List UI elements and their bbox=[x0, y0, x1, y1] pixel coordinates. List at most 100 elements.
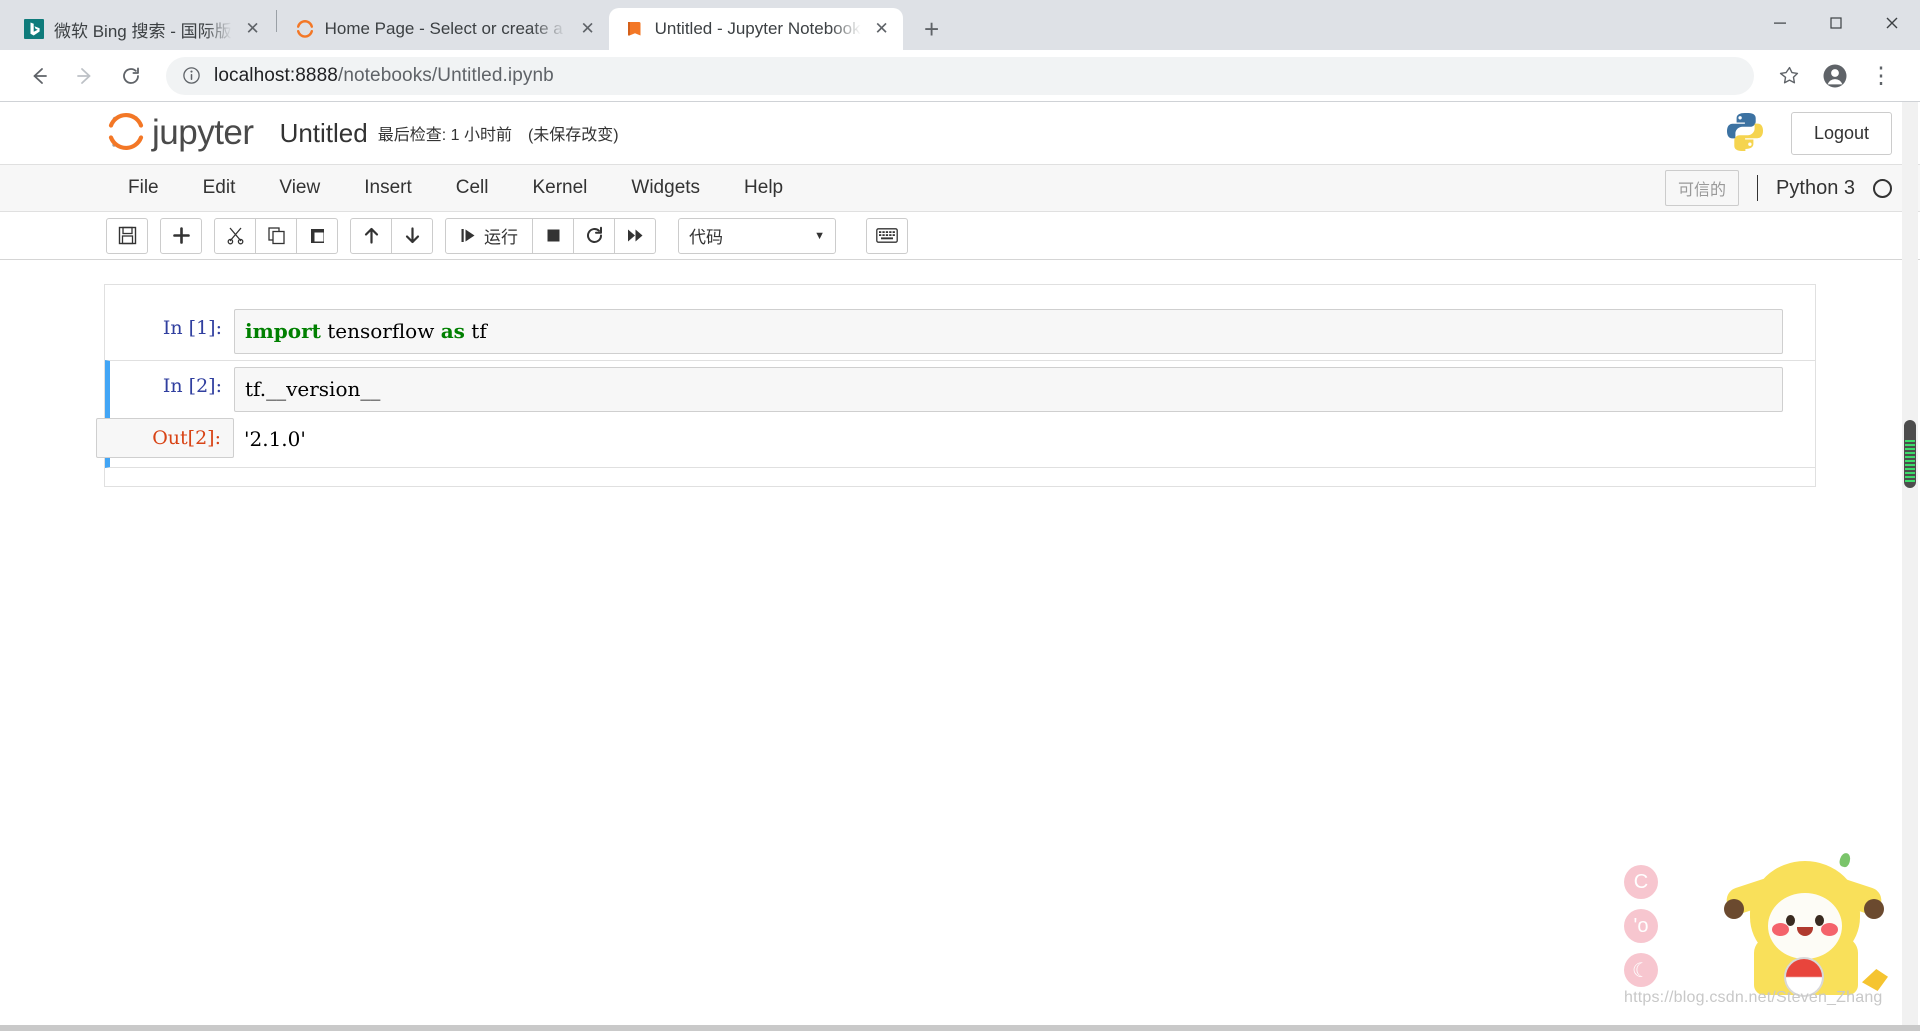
unsaved-changes-text: (未保存改变) bbox=[527, 127, 619, 144]
minimize-button[interactable] bbox=[1752, 0, 1808, 46]
menubar-right-group: 可信的 Python 3 bbox=[1665, 170, 1892, 206]
scrollbar-thumb-stripes bbox=[1905, 440, 1915, 484]
run-button[interactable]: 运行 bbox=[445, 217, 533, 254]
scrollbar-thumb[interactable] bbox=[1904, 420, 1916, 488]
browser-tab-jupyter-home[interactable]: Home Page - Select or create a notebook … bbox=[279, 8, 609, 50]
notebook-scroll-area: In [1]: import tensorflow as tf In [2]: … bbox=[0, 260, 1920, 1031]
code-input[interactable]: import tensorflow as tf bbox=[234, 309, 1783, 354]
close-icon[interactable]: ✕ bbox=[577, 18, 599, 40]
browser-toolbar: localhost:8888/notebooks/Untitled.ipynb … bbox=[0, 50, 1920, 102]
move-cell-down-button[interactable] bbox=[391, 217, 433, 254]
notebook-cell[interactable]: In [2]: tf.__version__ Out[2]: '2.1.0' bbox=[96, 360, 1815, 468]
close-window-button[interactable] bbox=[1864, 0, 1920, 46]
copy-button[interactable] bbox=[255, 217, 297, 254]
page-info-icon[interactable] bbox=[180, 65, 202, 87]
address-bar[interactable]: localhost:8888/notebooks/Untitled.ipynb bbox=[166, 56, 1754, 95]
jupyter-logo[interactable]: jupyter bbox=[106, 109, 254, 158]
profile-avatar-icon[interactable] bbox=[1814, 55, 1856, 97]
toolbar-group-move bbox=[350, 217, 433, 254]
cell-input-row: In [1]: import tensorflow as tf bbox=[110, 309, 1783, 354]
code-input[interactable]: tf.__version__ bbox=[234, 367, 1783, 412]
insert-cell-below-button[interactable] bbox=[160, 217, 202, 254]
code-token: as bbox=[440, 319, 465, 343]
menu-item-widgets[interactable]: Widgets bbox=[609, 165, 722, 211]
url-text: localhost:8888/notebooks/Untitled.ipynb bbox=[214, 65, 1740, 87]
back-button[interactable] bbox=[18, 55, 60, 97]
jupyter-page: jupyter Untitled 最后检查: 1 小时前 (未保存改变) Log… bbox=[0, 102, 1920, 1031]
page-scrollbar[interactable] bbox=[1902, 102, 1918, 1031]
code-token: tensorflow bbox=[320, 319, 441, 343]
run-button-label: 运行 bbox=[484, 228, 518, 247]
tab-strip: 微软 Bing 搜索 - 国际版 ✕ Home Page - Select or… bbox=[0, 0, 1920, 50]
forward-button[interactable] bbox=[64, 55, 106, 97]
menu-item-insert[interactable]: Insert bbox=[342, 165, 434, 211]
new-tab-button[interactable]: + bbox=[913, 10, 951, 48]
toolbar-group-insert bbox=[160, 217, 202, 254]
browser-tab-untitled-notebook[interactable]: Untitled - Jupyter Notebook ✕ bbox=[608, 8, 903, 50]
taskbar-edge bbox=[0, 1025, 1920, 1031]
browser-menu-icon[interactable]: ⋮ bbox=[1860, 55, 1902, 97]
toolbar-group-file bbox=[106, 217, 148, 254]
interrupt-kernel-button[interactable] bbox=[532, 217, 574, 254]
input-prompt: In [2]: bbox=[162, 375, 222, 397]
menu-item-view[interactable]: View bbox=[257, 165, 342, 211]
kernel-name: Python 3 bbox=[1776, 176, 1855, 199]
url-path: /notebooks/Untitled.ipynb bbox=[337, 64, 554, 86]
menu-item-edit[interactable]: Edit bbox=[181, 165, 258, 211]
restart-and-run-all-button[interactable] bbox=[614, 217, 656, 254]
url-host: localhost:8888 bbox=[214, 64, 338, 86]
header-right-group: Logout bbox=[1723, 109, 1892, 158]
cell-input-row: In [2]: tf.__version__ bbox=[110, 367, 1783, 412]
menu-item-kernel[interactable]: Kernel bbox=[510, 165, 609, 211]
bookmark-star-icon[interactable] bbox=[1768, 55, 1810, 97]
cell-output-row: Out[2]: '2.1.0' bbox=[96, 418, 1783, 461]
tab-divider bbox=[275, 10, 277, 32]
chevron-down-icon: ▼ bbox=[814, 229, 825, 242]
browser-tab-title: Home Page - Select or create a notebook bbox=[324, 19, 567, 38]
toolbar-group-run: 运行 bbox=[445, 217, 656, 254]
jupyter-header: jupyter Untitled 最后检查: 1 小时前 (未保存改变) Log… bbox=[0, 102, 1920, 164]
browser-tab-title: Untitled - Jupyter Notebook bbox=[654, 19, 861, 38]
notebook-icon bbox=[625, 19, 645, 39]
browser-chrome: 微软 Bing 搜索 - 国际版 ✕ Home Page - Select or… bbox=[0, 0, 1920, 102]
last-checkpoint-text: 最后检查: 1 小时前 bbox=[377, 127, 512, 144]
close-icon[interactable]: ✕ bbox=[871, 18, 893, 40]
paste-button[interactable] bbox=[296, 217, 338, 254]
code-token: tf bbox=[464, 319, 487, 343]
notebook-name[interactable]: Untitled bbox=[280, 118, 368, 149]
browser-tab-bing[interactable]: 微软 Bing 搜索 - 国际版 ✕ bbox=[8, 8, 274, 50]
jupyter-logo-text: jupyter bbox=[152, 113, 254, 152]
trust-badge[interactable]: 可信的 bbox=[1665, 170, 1740, 206]
menu-item-help[interactable]: Help bbox=[722, 165, 805, 211]
jupyter-toolbar: 运行 代码 ▼ bbox=[0, 212, 1920, 260]
code-token: import bbox=[245, 319, 321, 343]
menu-item-file[interactable]: File bbox=[106, 165, 181, 211]
close-icon[interactable]: ✕ bbox=[242, 18, 264, 40]
window-controls bbox=[1752, 0, 1920, 46]
restart-kernel-button[interactable] bbox=[573, 217, 615, 254]
browser-tab-title: 微软 Bing 搜索 - 国际版 bbox=[54, 21, 232, 41]
toolbar-group-edit bbox=[214, 217, 338, 254]
maximize-button[interactable] bbox=[1808, 0, 1864, 46]
toolbar-group-palette bbox=[866, 217, 908, 254]
logout-button[interactable]: Logout bbox=[1790, 111, 1892, 155]
cell-type-select[interactable]: 代码 ▼ bbox=[678, 217, 836, 254]
bing-icon bbox=[24, 19, 44, 39]
input-prompt: In [1]: bbox=[162, 317, 222, 339]
menu-item-cell[interactable]: Cell bbox=[434, 165, 511, 211]
cell-output-text: '2.1.0' bbox=[244, 427, 306, 451]
cut-button[interactable] bbox=[214, 217, 256, 254]
output-prompt: Out[2]: bbox=[96, 418, 234, 458]
notebook-cell[interactable]: In [1]: import tensorflow as tf bbox=[105, 303, 1815, 360]
code-token: tf.__version__ bbox=[245, 377, 381, 401]
reload-button[interactable] bbox=[110, 55, 152, 97]
cell-inner: In [1]: import tensorflow as tf bbox=[110, 309, 1783, 354]
jupyter-menubar: File Edit View Insert Cell Kernel Widget… bbox=[0, 164, 1920, 212]
jupyter-logo-icon bbox=[106, 109, 146, 158]
command-palette-button[interactable] bbox=[866, 217, 908, 254]
python-icon bbox=[1723, 109, 1767, 158]
notebook-container: In [1]: import tensorflow as tf In [2]: … bbox=[96, 284, 1816, 487]
kernel-status-icon[interactable] bbox=[1873, 178, 1892, 198]
save-button[interactable] bbox=[106, 217, 148, 254]
move-cell-up-button[interactable] bbox=[350, 217, 392, 254]
